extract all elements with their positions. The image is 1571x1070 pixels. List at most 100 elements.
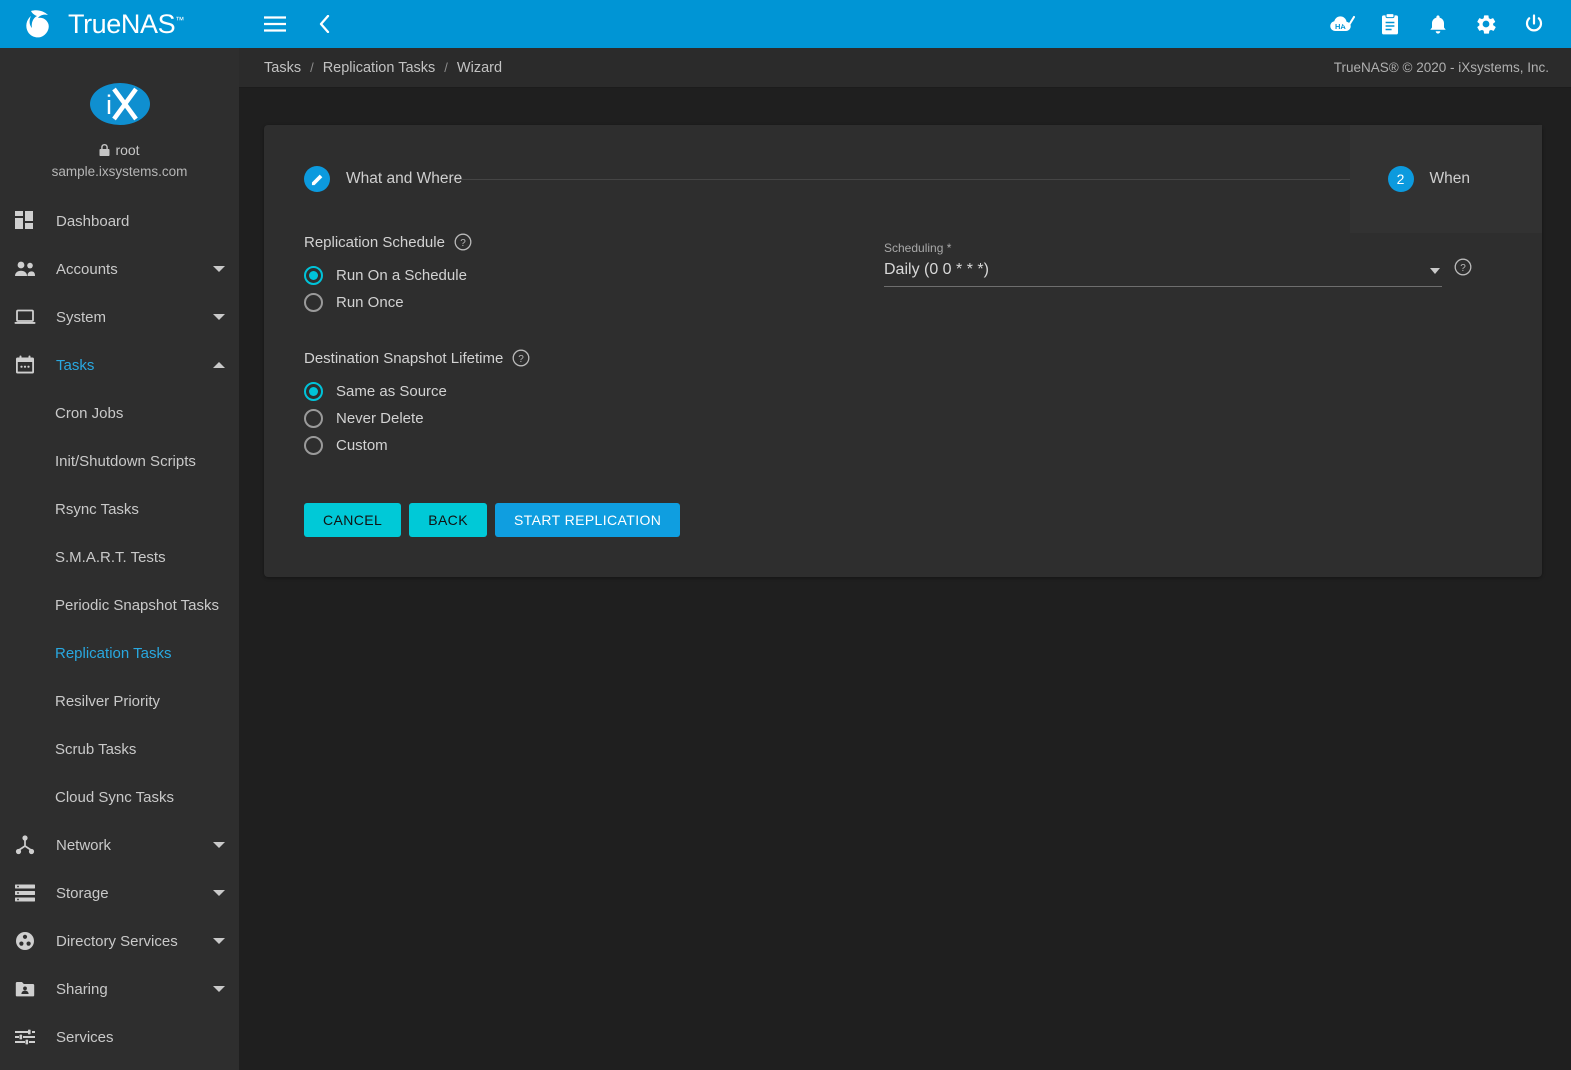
breadcrumb-item-replication-tasks[interactable]: Replication Tasks — [323, 60, 436, 76]
sidebar-nav: Dashboard Accounts System — [0, 197, 239, 1070]
laptop-icon — [11, 305, 39, 329]
sidebar-label-accounts: Accounts — [56, 261, 213, 278]
sidebar-item-tasks[interactable]: Tasks — [0, 341, 239, 389]
sidebar-item-smart-tests[interactable]: S.M.A.R.T. Tests — [0, 533, 239, 581]
help-icon[interactable]: ? — [512, 349, 530, 367]
clipboard-icon[interactable] — [1375, 9, 1405, 39]
gear-icon[interactable] — [1471, 9, 1501, 39]
brand-header: TrueNAS™ — [0, 0, 239, 48]
radio-never-delete[interactable]: Never Delete — [304, 405, 884, 432]
destination-snapshot-lifetime-text: Destination Snapshot Lifetime — [304, 350, 503, 367]
scheduling-select[interactable]: Daily (0 0 * * *) — [884, 261, 1442, 287]
sidebar-item-resilver-priority[interactable]: Resilver Priority — [0, 677, 239, 725]
brand-trademark: ™ — [175, 15, 184, 25]
sidebar-label-dashboard: Dashboard — [56, 213, 225, 230]
sidebar-label-scrub-tasks: Scrub Tasks — [55, 741, 136, 758]
sidebar-label-sharing: Sharing — [56, 981, 213, 998]
dashboard-icon — [11, 209, 39, 233]
sidebar-item-system[interactable]: System — [0, 293, 239, 341]
sidebar-item-cloud-sync-tasks[interactable]: Cloud Sync Tasks — [0, 773, 239, 821]
sidebar-item-init-shutdown-scripts[interactable]: Init/Shutdown Scripts — [0, 437, 239, 485]
sidebar-item-directory-services[interactable]: Directory Services — [0, 917, 239, 965]
scheduling-value: Daily (0 0 * * *) — [884, 261, 1430, 279]
radio-label-never-delete: Never Delete — [336, 410, 424, 427]
sidebar-item-sharing[interactable]: Sharing — [0, 965, 239, 1013]
sidebar-label-periodic-snapshot-tasks: Periodic Snapshot Tasks — [55, 597, 219, 614]
wizard-form: Replication Schedule ? — [264, 233, 1542, 577]
cancel-button[interactable]: CANCEL — [304, 503, 401, 537]
help-icon[interactable]: ? — [454, 233, 472, 251]
chevron-left-icon[interactable] — [310, 9, 340, 39]
topbar-left-group — [260, 9, 340, 39]
back-button[interactable]: BACK — [409, 503, 487, 537]
chevron-down-icon[interactable] — [213, 986, 225, 992]
replication-schedule-label: Replication Schedule ? — [304, 233, 884, 251]
chevron-down-icon[interactable] — [213, 266, 225, 272]
bell-icon[interactable] — [1423, 9, 1453, 39]
people-icon — [11, 257, 39, 281]
radio-indicator — [304, 409, 323, 428]
scheduling-label: Scheduling * — [884, 241, 1442, 255]
hamburger-menu-icon[interactable] — [260, 9, 290, 39]
breadcrumb-separator: / — [444, 60, 448, 75]
radio-same-as-source[interactable]: Same as Source — [304, 378, 884, 405]
chevron-up-icon[interactable] — [213, 362, 225, 368]
sidebar-item-storage[interactable]: Storage — [0, 869, 239, 917]
storage-icon — [11, 881, 39, 905]
start-replication-button[interactable]: START REPLICATION — [495, 503, 680, 537]
radio-run-on-a-schedule[interactable]: Run On a Schedule — [304, 262, 884, 289]
sidebar: TrueNAS™ i root sample.ixsystems.com — [0, 0, 239, 1070]
radio-run-once[interactable]: Run Once — [304, 289, 884, 316]
sidebar-item-network[interactable]: Network — [0, 821, 239, 869]
svg-text:i: i — [106, 90, 112, 120]
chevron-down-icon[interactable] — [213, 842, 225, 848]
form-right-column: Scheduling * Daily (0 0 * * *) ? — [884, 233, 1502, 537]
sidebar-item-periodic-snapshot-tasks[interactable]: Periodic Snapshot Tasks — [0, 581, 239, 629]
chevron-down-icon[interactable] — [1430, 268, 1440, 274]
sidebar-label-system: System — [56, 309, 213, 326]
sidebar-item-services[interactable]: Services — [0, 1013, 239, 1061]
sidebar-label-init-shutdown-scripts: Init/Shutdown Scripts — [55, 453, 196, 470]
svg-text:?: ? — [460, 238, 466, 249]
sidebar-item-dashboard[interactable]: Dashboard — [0, 197, 239, 245]
pencil-icon — [304, 166, 330, 192]
sidebar-item-replication-tasks[interactable]: Replication Tasks — [0, 629, 239, 677]
breadcrumb-item-tasks[interactable]: Tasks — [264, 60, 301, 76]
topbar: HA — [239, 0, 1571, 48]
chevron-down-icon[interactable] — [213, 314, 225, 320]
network-icon — [11, 833, 39, 857]
power-icon[interactable] — [1519, 9, 1549, 39]
breadcrumb: Tasks / Replication Tasks / Wizard — [264, 60, 502, 76]
copyright-label: TrueNAS® © 2020 - iXsystems, Inc. — [1334, 60, 1549, 75]
wizard-step-2-number: 2 — [1388, 166, 1414, 192]
chevron-down-icon[interactable] — [213, 890, 225, 896]
radio-label-run-once: Run Once — [336, 294, 404, 311]
sidebar-item-cron-jobs[interactable]: Cron Jobs — [0, 389, 239, 437]
ha-status-icon[interactable]: HA — [1327, 9, 1357, 39]
radio-indicator — [304, 382, 323, 401]
wizard-step-when[interactable]: 2 When — [1350, 125, 1543, 233]
ix-logo-icon: i — [89, 78, 151, 130]
radio-label-run-on-a-schedule: Run On a Schedule — [336, 267, 467, 284]
radio-custom[interactable]: Custom — [304, 432, 884, 459]
help-icon[interactable]: ? — [1454, 258, 1472, 281]
sharing-icon — [11, 977, 39, 1001]
stepper-connector-line — [450, 179, 1356, 180]
sidebar-label-directory-services: Directory Services — [56, 933, 213, 950]
tune-icon — [11, 1025, 39, 1049]
username-label: root — [115, 142, 139, 158]
radio-label-custom: Custom — [336, 437, 388, 454]
sidebar-item-scrub-tasks[interactable]: Scrub Tasks — [0, 725, 239, 773]
radio-indicator — [304, 436, 323, 455]
sidebar-item-rsync-tasks[interactable]: Rsync Tasks — [0, 485, 239, 533]
breadcrumb-bar: Tasks / Replication Tasks / Wizard TrueN… — [239, 48, 1571, 88]
breadcrumb-item-wizard[interactable]: Wizard — [457, 60, 502, 76]
wizard-step-1-label: What and Where — [346, 170, 462, 188]
radio-label-same-as-source: Same as Source — [336, 383, 447, 400]
main-area: HA — [239, 0, 1571, 1070]
sidebar-item-accounts[interactable]: Accounts — [0, 245, 239, 293]
replication-schedule-text: Replication Schedule — [304, 234, 445, 251]
chevron-down-icon[interactable] — [213, 938, 225, 944]
wizard-step-what-and-where[interactable]: What and Where — [280, 125, 486, 233]
sidebar-label-network: Network — [56, 837, 213, 854]
